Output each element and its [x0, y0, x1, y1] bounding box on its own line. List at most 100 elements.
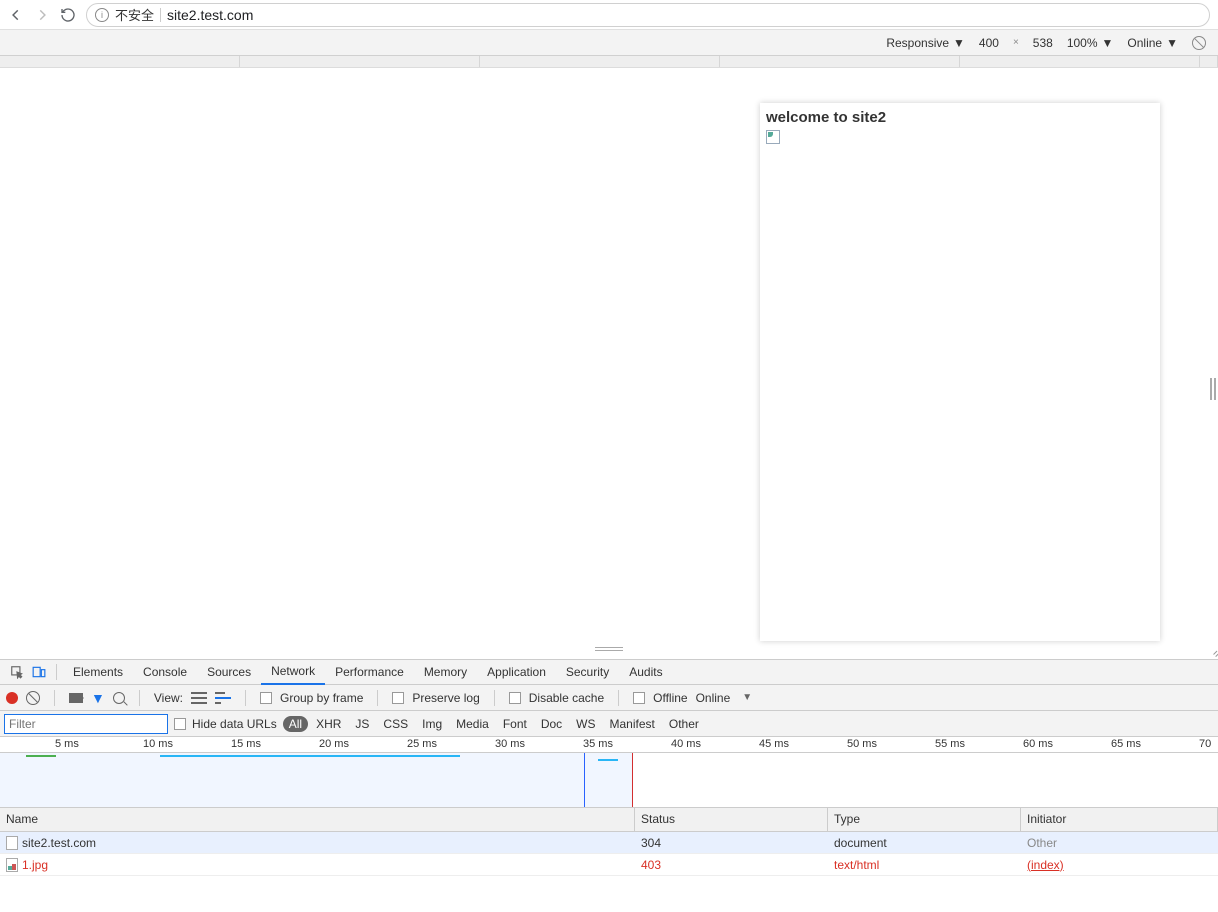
disable-cache-checkbox[interactable]: [509, 692, 521, 704]
tab-performance[interactable]: Performance: [325, 659, 414, 685]
group-by-frame-label: Group by frame: [280, 691, 363, 705]
request-initiator: Other: [1021, 836, 1218, 850]
tab-network[interactable]: Network: [261, 659, 325, 685]
filter-type-media[interactable]: Media: [450, 716, 495, 732]
tab-console[interactable]: Console: [133, 659, 197, 685]
col-initiator[interactable]: Initiator: [1021, 808, 1218, 831]
separator: [54, 690, 55, 706]
filter-input[interactable]: [4, 714, 168, 734]
tab-security[interactable]: Security: [556, 659, 619, 685]
inspect-icon[interactable]: [6, 661, 28, 683]
timeline-tick: 60 ms: [1023, 738, 1053, 750]
tab-elements[interactable]: Elements: [63, 659, 133, 685]
record-button[interactable]: [6, 692, 18, 704]
timeline-tick: 45 ms: [759, 738, 789, 750]
filter-type-all[interactable]: All: [283, 716, 308, 732]
preserve-log-label: Preserve log: [412, 691, 479, 705]
hide-data-urls-label: Hide data URLs: [192, 717, 277, 731]
col-type[interactable]: Type: [828, 808, 1021, 831]
rotate-icon[interactable]: [1192, 36, 1206, 50]
page-heading: welcome to site2: [766, 109, 1154, 126]
waterfall-icon[interactable]: [215, 692, 231, 704]
timeline-overview[interactable]: [0, 753, 1218, 808]
separator: [377, 690, 378, 706]
throttling-select[interactable]: Online: [696, 691, 731, 705]
offline-label: Offline: [653, 691, 687, 705]
filter-toggle-icon[interactable]: ▼: [91, 690, 105, 706]
resize-corner-icon[interactable]: [1206, 647, 1216, 657]
reload-button[interactable]: [60, 7, 76, 23]
viewport-width[interactable]: 400: [979, 36, 999, 50]
timeline-bar: [160, 755, 460, 757]
timeline-tick: 20 ms: [319, 738, 349, 750]
filter-type-doc[interactable]: Doc: [535, 716, 568, 732]
timeline-bar: [598, 759, 618, 761]
dimension-x: ×: [1013, 37, 1019, 48]
tab-audits[interactable]: Audits: [619, 659, 672, 685]
request-name: 1.jpg: [22, 858, 48, 872]
separator: [56, 664, 57, 680]
filter-type-ws[interactable]: WS: [570, 716, 601, 732]
view-label: View:: [154, 691, 183, 705]
request-table-body: site2.test.com304documentOther1.jpg403te…: [0, 832, 1218, 876]
clear-button[interactable]: [26, 691, 40, 705]
load-line: [632, 753, 633, 807]
filter-type-other[interactable]: Other: [663, 716, 705, 732]
page-frame: welcome to site2: [760, 103, 1160, 641]
group-by-frame-checkbox[interactable]: [260, 692, 272, 704]
url-text: site2.test.com: [167, 7, 253, 23]
back-button[interactable]: [8, 7, 24, 23]
address-bar[interactable]: i 不安全 site2.test.com: [86, 3, 1210, 27]
viewport-area: welcome to site2: [0, 68, 1218, 659]
broken-image-icon: [766, 130, 780, 144]
timeline-tick: 40 ms: [671, 738, 701, 750]
col-name[interactable]: Name: [0, 808, 635, 831]
timeline-tick: 5 ms: [55, 738, 79, 750]
col-status[interactable]: Status: [635, 808, 828, 831]
tab-memory[interactable]: Memory: [414, 659, 477, 685]
file-icon: [6, 836, 18, 850]
request-initiator[interactable]: (index): [1021, 858, 1218, 872]
filter-type-manifest[interactable]: Manifest: [604, 716, 661, 732]
request-name: site2.test.com: [22, 836, 96, 850]
timeline-tick: 50 ms: [847, 738, 877, 750]
resize-handle-vertical[interactable]: [1210, 378, 1218, 400]
site-info-icon[interactable]: i: [95, 8, 109, 22]
screenshot-icon[interactable]: [69, 693, 83, 703]
request-row[interactable]: site2.test.com 304documentOther: [0, 832, 1218, 854]
large-rows-icon[interactable]: [191, 692, 207, 704]
forward-button[interactable]: [34, 7, 50, 23]
filter-type-css[interactable]: CSS: [377, 716, 414, 732]
filter-type-font[interactable]: Font: [497, 716, 533, 732]
throttling-chevron-icon[interactable]: ▼: [742, 692, 752, 703]
request-row[interactable]: 1.jpg403text/html(index): [0, 854, 1218, 876]
tab-application[interactable]: Application: [477, 659, 556, 685]
search-icon[interactable]: [113, 692, 125, 704]
timeline-tick: 30 ms: [495, 738, 525, 750]
separator: [160, 8, 161, 22]
device-mode-select[interactable]: Responsive ▼: [886, 36, 965, 50]
request-status: 304: [635, 836, 828, 850]
timeline-bar: [26, 755, 56, 757]
viewport-height[interactable]: 538: [1033, 36, 1053, 50]
filter-bar: Hide data URLs AllXHRJSCSSImgMediaFontDo…: [0, 711, 1218, 737]
request-type: document: [828, 836, 1021, 850]
offline-checkbox[interactable]: [633, 692, 645, 704]
request-status: 403: [635, 858, 828, 872]
zoom-select[interactable]: 100% ▼: [1067, 36, 1114, 50]
timeline-ruler[interactable]: 5 ms10 ms15 ms20 ms25 ms30 ms35 ms40 ms4…: [0, 737, 1218, 753]
filter-type-xhr[interactable]: XHR: [310, 716, 347, 732]
timeline-selection[interactable]: [0, 753, 632, 807]
throttle-select[interactable]: Online ▼: [1127, 36, 1178, 50]
panel-drag-handle[interactable]: [595, 647, 623, 651]
device-mode-icon[interactable]: [28, 661, 50, 683]
filter-type-img[interactable]: Img: [416, 716, 448, 732]
hide-data-urls-checkbox[interactable]: [174, 718, 186, 730]
tab-sources[interactable]: Sources: [197, 659, 261, 685]
separator: [618, 690, 619, 706]
preserve-log-checkbox[interactable]: [392, 692, 404, 704]
browser-toolbar: i 不安全 site2.test.com: [0, 0, 1218, 30]
timeline-tick: 55 ms: [935, 738, 965, 750]
filter-type-js[interactable]: JS: [349, 716, 375, 732]
separator: [139, 690, 140, 706]
